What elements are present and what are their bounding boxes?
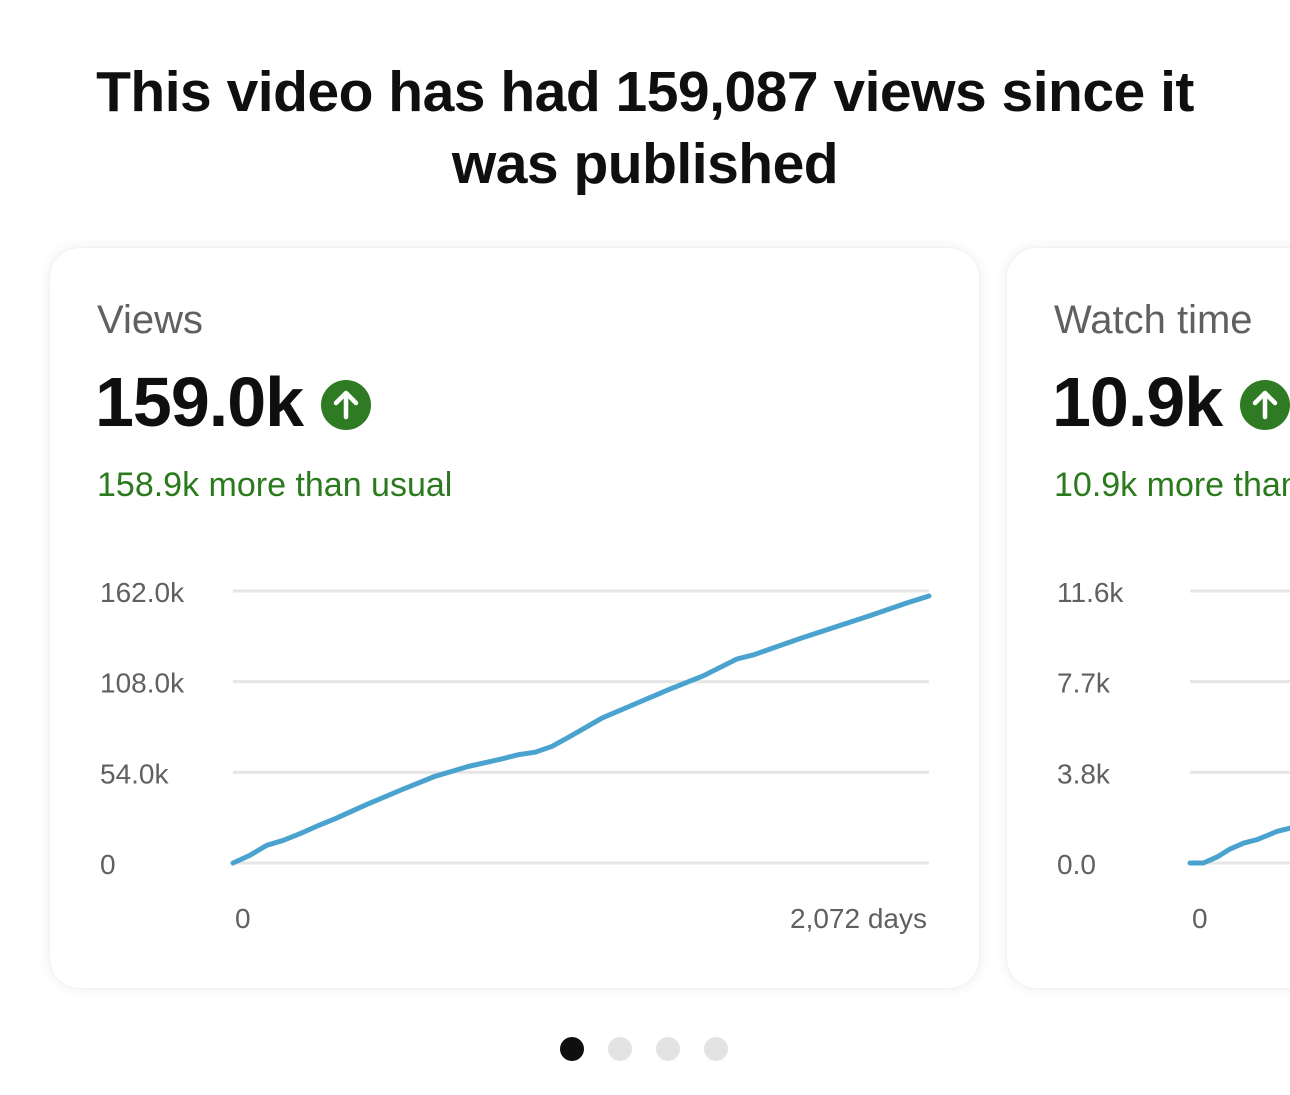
series-line bbox=[1187, 825, 1290, 866]
views-card[interactable]: Views 159.0k 158.9k more than usual 162.… bbox=[50, 248, 979, 988]
x-tick-label: 0 bbox=[1192, 903, 1208, 934]
pagination-dot[interactable] bbox=[704, 1037, 728, 1061]
x-tick-label: 0 bbox=[235, 903, 251, 934]
carousel-pagination[interactable] bbox=[560, 1037, 728, 1061]
y-tick-label: 3.8k bbox=[1057, 758, 1111, 789]
x-tick-label: 2,072 days bbox=[790, 903, 927, 934]
y-tick-label: 0 bbox=[100, 849, 116, 880]
views-chart: 162.0k 108.0k 54.0k 0 0 2,072 days bbox=[100, 577, 932, 934]
y-tick-label: 7.7k bbox=[1057, 668, 1111, 699]
y-tick-label: 11.6k bbox=[1057, 577, 1124, 608]
y-tick-label: 162.0k bbox=[100, 577, 185, 608]
page-title: This video has had 159,087 views since i… bbox=[96, 60, 1194, 196]
y-tick-label: 54.0k bbox=[100, 758, 169, 789]
analytics-screen: This video has had 159,087 views since i… bbox=[0, 0, 1290, 1095]
watch-time-chart: 11.6k 7.7k 3.8k 0.0 0 bbox=[1057, 577, 1290, 934]
pagination-dot[interactable] bbox=[560, 1037, 584, 1061]
series-line bbox=[230, 593, 932, 866]
pagination-dot[interactable] bbox=[656, 1037, 680, 1061]
watch-time-card[interactable]: Watch time 10.9k 10.9k more than usual 1… bbox=[1007, 248, 1290, 988]
y-tick-label: 108.0k bbox=[100, 668, 185, 699]
pagination-dot[interactable] bbox=[608, 1037, 632, 1061]
y-tick-label: 0.0 bbox=[1057, 849, 1096, 880]
